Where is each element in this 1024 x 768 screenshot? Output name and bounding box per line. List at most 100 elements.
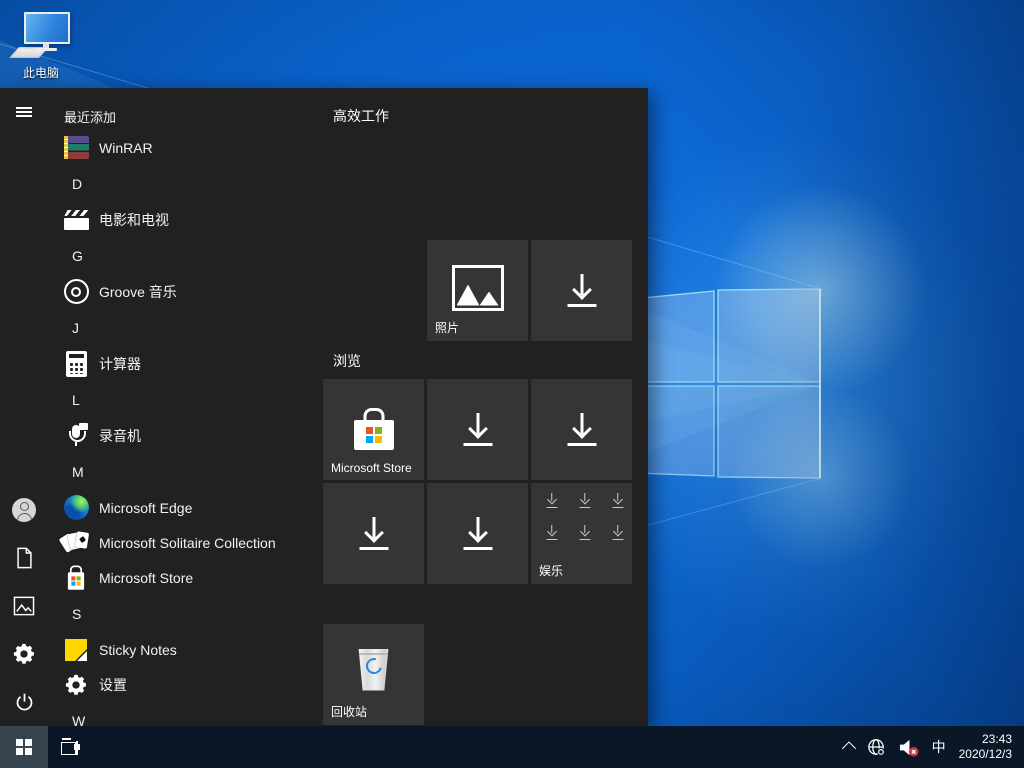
calculator-icon <box>62 350 90 378</box>
label: 录音机 <box>99 426 141 446</box>
tile-download-5[interactable] <box>427 483 528 584</box>
network-button[interactable] <box>867 738 885 756</box>
label: J <box>72 320 79 336</box>
power-icon <box>14 692 35 713</box>
download-folder-icon <box>545 493 624 540</box>
user-account-button[interactable] <box>0 486 48 534</box>
pictures-button[interactable] <box>0 582 48 630</box>
movies-tv-icon <box>62 206 90 234</box>
app-list-letter-w[interactable]: W <box>48 702 320 726</box>
volume-muted-icon <box>898 738 919 757</box>
tile-label: Microsoft Store <box>331 461 412 475</box>
label: Microsoft Store <box>99 570 193 586</box>
app-list-item-microsoft-solitaire-collection[interactable]: Microsoft Solitaire Collection <box>48 525 320 560</box>
app-list-item-voice-recorder[interactable]: 录音机 <box>48 418 320 453</box>
winrar-icon <box>62 134 90 162</box>
edge-icon <box>62 494 90 522</box>
voice-recorder-icon <box>62 422 90 450</box>
app-list-letter-j[interactable]: J <box>48 309 320 346</box>
label: L <box>72 392 80 408</box>
document-icon <box>15 547 34 569</box>
label: Microsoft Solitaire Collection <box>99 535 276 551</box>
tile-group-title: 浏览 <box>333 351 361 371</box>
app-list-item-groove-music[interactable]: Groove 音乐 <box>48 274 320 309</box>
download-icon <box>531 240 632 341</box>
tile-download-1[interactable] <box>531 240 632 341</box>
volume-button[interactable] <box>898 738 919 757</box>
settings-button[interactable] <box>0 630 48 678</box>
groove-icon <box>62 278 90 306</box>
tile-recycle-bin[interactable]: 回收站 <box>323 624 424 725</box>
label: 电影和电视 <box>99 210 169 230</box>
label: S <box>72 606 81 622</box>
app-list-item-movies-tv[interactable]: 电影和电视 <box>48 202 320 237</box>
network-globe-icon <box>867 738 885 756</box>
desktop-icon-this-pc[interactable]: 此电脑 <box>8 10 74 81</box>
label: Groove 音乐 <box>99 282 177 302</box>
documents-button[interactable] <box>0 534 48 582</box>
sticky-notes-icon <box>62 636 90 664</box>
tile-download-3[interactable] <box>531 379 632 480</box>
label: 计算器 <box>99 354 141 374</box>
windows-logo-icon <box>16 739 32 755</box>
app-list-letter-g[interactable]: G <box>48 237 320 274</box>
gear-icon <box>13 643 35 665</box>
tile-download-4[interactable] <box>323 483 424 584</box>
clock[interactable]: 23:43 2020/12/3 <box>959 732 1012 762</box>
download-icon <box>531 379 632 480</box>
label: 设置 <box>99 675 127 695</box>
download-icon <box>427 379 528 480</box>
store-icon <box>62 564 90 592</box>
label: Microsoft Edge <box>99 500 192 516</box>
task-view-icon <box>61 738 82 756</box>
this-pc-icon <box>12 10 70 62</box>
tile-photos[interactable]: 照片 <box>427 240 528 341</box>
app-list-letter-m[interactable]: M <box>48 453 320 490</box>
label: G <box>72 248 83 264</box>
start-menu: 最近添加 WinRAR D 电影和电视 G Groove 音乐 J 计算器 L 录音机 M Micro… <box>0 88 648 726</box>
task-view-button[interactable] <box>48 726 94 768</box>
tile-entertainment-folder[interactable]: 娱乐 <box>531 483 632 584</box>
system-tray: 中 23:43 2020/12/3 <box>844 726 1024 768</box>
tile-download-2[interactable] <box>427 379 528 480</box>
app-list-item-microsoft-store[interactable]: Microsoft Store <box>48 560 320 595</box>
tile-label: 回收站 <box>331 703 367 720</box>
clock-time: 23:43 <box>982 732 1012 747</box>
ime-indicator[interactable]: 中 <box>932 737 946 757</box>
clock-date: 2020/12/3 <box>959 747 1012 762</box>
app-list-item-settings[interactable]: 设置 <box>48 667 320 702</box>
start-menu-rail <box>0 88 48 726</box>
this-pc-label: 此电脑 <box>23 64 59 81</box>
expand-menu-button[interactable] <box>0 88 48 136</box>
label: W <box>72 713 85 727</box>
solitaire-icon <box>62 529 90 557</box>
tile-label: 娱乐 <box>539 562 563 579</box>
app-list-item-microsoft-edge[interactable]: Microsoft Edge <box>48 490 320 525</box>
user-icon <box>12 498 36 522</box>
tile-microsoft-store[interactable]: Microsoft Store <box>323 379 424 480</box>
label: Sticky Notes <box>99 642 177 658</box>
hamburger-icon <box>16 105 32 119</box>
chevron-up-icon <box>842 741 856 755</box>
taskbar: 中 23:43 2020/12/3 <box>0 726 1024 768</box>
label: M <box>72 464 84 480</box>
download-icon <box>427 483 528 584</box>
app-list-item-calculator[interactable]: 计算器 <box>48 346 320 381</box>
app-list-letter-s[interactable]: S <box>48 595 320 632</box>
tile-area: 高效工作照片浏览 Microsoft Store 娱乐回收站 <box>323 88 648 726</box>
app-list-item-sticky-notes[interactable]: Sticky Notes <box>48 632 320 667</box>
app-list-item-winrar[interactable]: WinRAR <box>48 130 320 165</box>
start-button[interactable] <box>0 726 48 768</box>
app-list: 最近添加 WinRAR D 电影和电视 G Groove 音乐 J 计算器 L 录音机 M Micro… <box>48 88 320 726</box>
app-list-letter-l[interactable]: L <box>48 381 320 418</box>
download-icon <box>323 483 424 584</box>
tile-group-title: 高效工作 <box>333 106 389 126</box>
pictures-icon <box>13 596 35 616</box>
tile-label: 照片 <box>435 319 459 336</box>
label: 最近添加 <box>64 107 116 126</box>
show-hidden-icons-button[interactable] <box>844 742 854 752</box>
settings-icon <box>62 671 90 699</box>
app-list-letter-d[interactable]: D <box>48 165 320 202</box>
power-button[interactable] <box>0 678 48 726</box>
label: D <box>72 176 82 192</box>
